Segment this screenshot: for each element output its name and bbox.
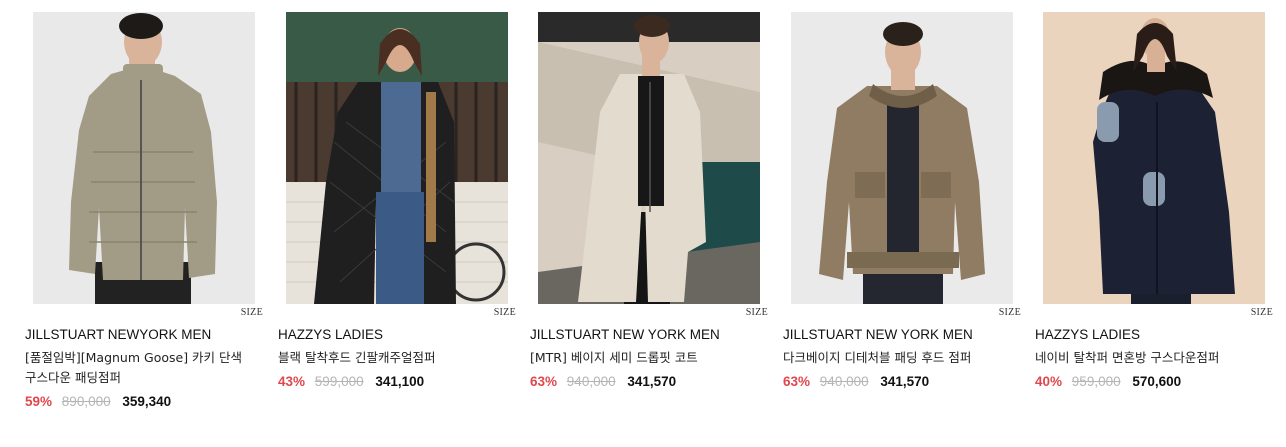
sale-price: 341,570 [627, 374, 677, 389]
product-image[interactable] [791, 12, 1013, 304]
brand-name[interactable]: JILLSTUART NEW YORK MEN [530, 327, 720, 342]
discount-rate: 40% [1035, 374, 1063, 389]
brand-name[interactable]: JILLSTUART NEWYORK MEN [25, 327, 211, 342]
size-link[interactable]: SIZE [494, 307, 516, 318]
price-row: 63% 940,000 341,570 [783, 374, 929, 389]
discount-rate: 63% [530, 374, 558, 389]
brand-name[interactable]: HAZZYS LADIES [1035, 327, 1140, 342]
price-row: 43% 599,000 341,100 [278, 374, 424, 389]
collar [123, 64, 163, 80]
hair [119, 13, 163, 39]
sale-price: 341,570 [880, 374, 930, 389]
sale-price: 359,340 [122, 394, 172, 409]
product-name[interactable]: [MTR] 베이지 세미 드롭핏 코트 [530, 348, 760, 368]
product-card[interactable]: SIZE JILLSTUART NEWYORK MEN [품절임박][Magnu… [25, 12, 263, 432]
product-name[interactable]: 네이비 탈착퍼 면혼방 구스다운점퍼 [1035, 348, 1265, 368]
sale-price: 341,100 [375, 374, 425, 389]
product-name[interactable]: 블랙 탈착후드 긴팔캐주얼점퍼 [278, 348, 508, 368]
sale-price: 570,600 [1132, 374, 1182, 389]
price-row: 59% 890,000 359,340 [25, 394, 171, 409]
product-card[interactable]: SIZE HAZZYS LADIES 네이비 탈착퍼 면혼방 구스다운점퍼 40… [1035, 12, 1273, 432]
product-image[interactable] [33, 12, 255, 304]
jeans [376, 192, 424, 304]
original-price: 599,000 [314, 374, 364, 389]
size-link[interactable]: SIZE [746, 307, 768, 318]
price-row: 63% 940,000 341,570 [530, 374, 676, 389]
product-card[interactable]: SIZE JILLSTUART NEW YORK MEN [MTR] 베이지 세… [530, 12, 768, 432]
discount-rate: 59% [25, 394, 53, 409]
hair [883, 22, 923, 46]
hair [634, 15, 670, 37]
original-price: 959,000 [1071, 374, 1121, 389]
brand-name[interactable]: HAZZYS LADIES [278, 327, 383, 342]
product-image[interactable] [538, 12, 760, 304]
product-image[interactable] [1043, 12, 1265, 304]
discount-rate: 43% [278, 374, 306, 389]
brand-name[interactable]: JILLSTUART NEW YORK MEN [783, 327, 973, 342]
original-price: 940,000 [566, 374, 616, 389]
original-price: 940,000 [819, 374, 869, 389]
size-link[interactable]: SIZE [1251, 307, 1273, 318]
product-grid: SIZE JILLSTUART NEWYORK MEN [품절임박][Magnu… [25, 12, 1273, 432]
product-name[interactable]: 다크베이지 디테처블 패딩 후드 점퍼 [783, 348, 1013, 368]
product-card[interactable]: SIZE JILLSTUART NEW YORK MEN 다크베이지 디테처블 … [783, 12, 1021, 432]
product-name[interactable]: [품절임박][Magnum Goose] 카키 단색 구스다운 패딩점퍼 [25, 348, 255, 388]
product-image[interactable] [286, 12, 508, 304]
discount-rate: 63% [783, 374, 811, 389]
size-link[interactable]: SIZE [241, 307, 263, 318]
puffer-jacket [69, 70, 217, 280]
size-link[interactable]: SIZE [999, 307, 1021, 318]
original-price: 890,000 [61, 394, 111, 409]
product-card[interactable]: SIZE HAZZYS LADIES 블랙 탈착후드 긴팔캐주얼점퍼 43% 5… [278, 12, 516, 432]
price-row: 40% 959,000 570,600 [1035, 374, 1181, 389]
